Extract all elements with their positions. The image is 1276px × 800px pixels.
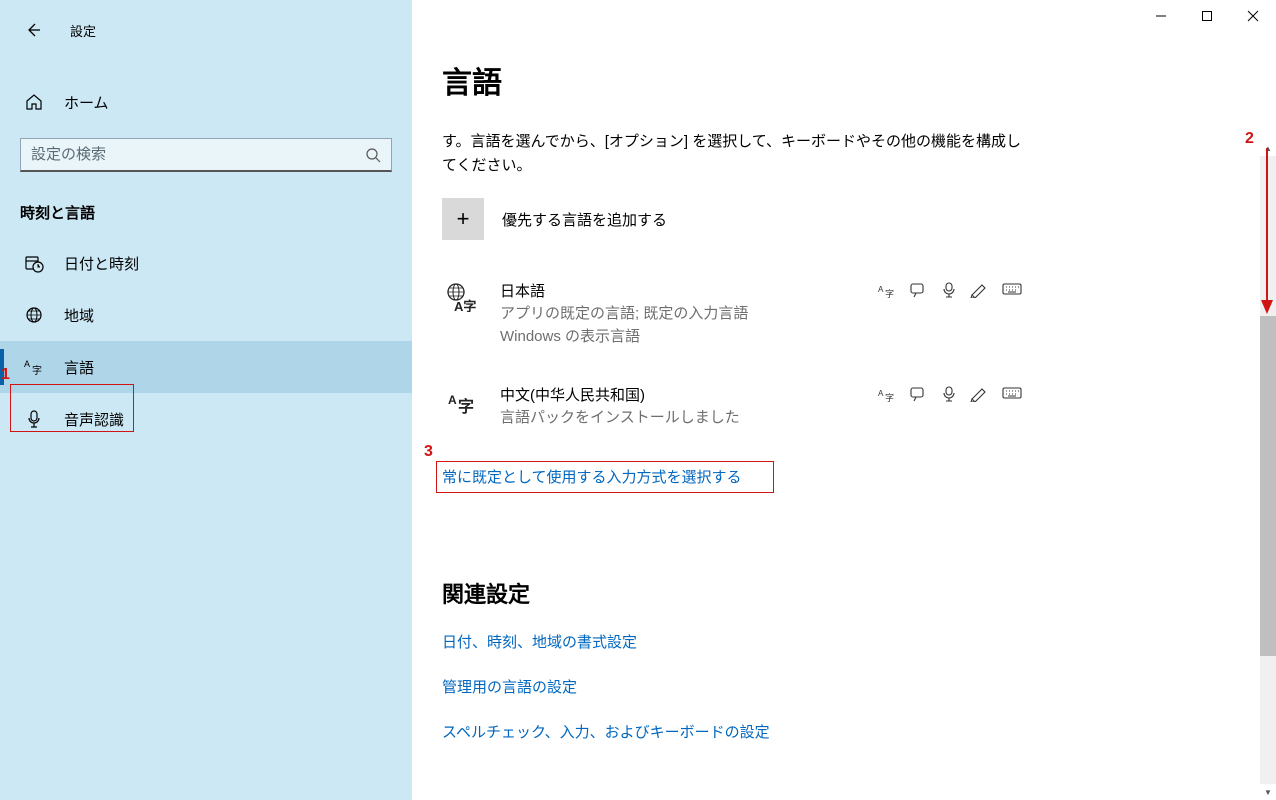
language-feature-icons: A字 — [878, 280, 1022, 298]
annotation-box-3 — [436, 461, 774, 493]
svg-text:字: 字 — [885, 392, 894, 402]
language-item-chinese[interactable]: A字 中文(中华人民共和国) 言語パックをインストールしました A字 — [442, 384, 1022, 430]
keyboard-icon — [1002, 282, 1022, 298]
page-title: 言語 — [442, 58, 1236, 102]
search-input[interactable] — [31, 146, 331, 163]
handwriting-icon — [970, 282, 988, 298]
titlebar: 設定 — [0, 12, 412, 48]
sidebar-item-label: 日付と時刻 — [64, 253, 139, 274]
scrollbar-down[interactable]: ▼ — [1260, 784, 1276, 800]
category-title: 時刻と言語 — [0, 172, 412, 237]
app-title: 設定 — [70, 21, 96, 40]
annotation-arrow-2 — [1260, 148, 1274, 316]
page-description: す。言語を選んでから、[オプション] を選択して、キーボードやその他の機能を構成… — [442, 130, 1032, 178]
svg-text:A字: A字 — [454, 299, 476, 312]
svg-text:字: 字 — [885, 288, 894, 298]
svg-text:A: A — [878, 389, 884, 398]
svg-text:A: A — [878, 285, 884, 294]
close-button[interactable] — [1230, 0, 1276, 32]
plus-icon: + — [457, 206, 470, 232]
language-item-japanese[interactable]: A字 日本語 アプリの既定の言語; 既定の入力言語 Windows の表示言語 … — [442, 280, 1022, 348]
language-name: 日本語 — [500, 280, 878, 301]
handwriting-icon — [970, 386, 988, 402]
search-box[interactable] — [20, 138, 392, 172]
annotation-number-3: 3 — [424, 443, 433, 461]
svg-text:A: A — [24, 359, 30, 369]
language-char-icon: A字 — [442, 384, 480, 416]
speech-recognition-icon — [942, 282, 956, 298]
main-content: 言語 す。言語を選んでから、[オプション] を選択して、キーボードやその他の機能… — [412, 0, 1276, 800]
language-name: 中文(中华人民共和国) — [500, 384, 878, 405]
scrollbar-thumb[interactable] — [1260, 316, 1276, 656]
minimize-button[interactable] — [1138, 0, 1184, 32]
language-globe-icon: A字 — [442, 280, 480, 312]
svg-text:字: 字 — [458, 397, 474, 416]
annotation-number-1: 1 — [1, 366, 10, 384]
sidebar-item-region[interactable]: 地域 — [0, 289, 412, 341]
minimize-icon — [1155, 10, 1167, 22]
sidebar-item-label: 地域 — [64, 305, 94, 326]
related-link-spellcheck-input[interactable]: スペルチェック、入力、およびキーボードの設定 — [442, 721, 1236, 742]
arrow-left-icon — [25, 22, 41, 38]
search-icon — [365, 147, 381, 163]
close-icon — [1247, 10, 1259, 22]
maximize-button[interactable] — [1184, 0, 1230, 32]
related-settings-title: 関連設定 — [442, 577, 1236, 609]
window-controls — [1138, 0, 1276, 32]
display-language-icon: A字 — [878, 282, 896, 298]
calendar-clock-icon — [24, 253, 44, 273]
related-link-admin-language[interactable]: 管理用の言語の設定 — [442, 676, 1236, 697]
related-link-datetime-format[interactable]: 日付、時刻、地域の書式設定 — [442, 631, 1236, 652]
sidebar-item-label: 言語 — [64, 357, 94, 378]
display-language-icon: A字 — [878, 386, 896, 402]
text-to-speech-icon — [910, 282, 928, 298]
home-icon — [24, 93, 44, 111]
add-button[interactable]: + — [442, 198, 484, 240]
annotation-box-1 — [10, 384, 134, 432]
language-sub: 言語パックをインストールしました — [500, 407, 878, 430]
language-sub: アプリの既定の言語; 既定の入力言語 Windows の表示言語 — [500, 303, 878, 348]
annotation-number-2: 2 — [1245, 130, 1254, 148]
maximize-icon — [1201, 10, 1213, 22]
home-nav[interactable]: ホーム — [0, 82, 412, 122]
text-to-speech-icon — [910, 386, 928, 402]
svg-text:字: 字 — [32, 364, 42, 377]
back-button[interactable] — [18, 15, 48, 45]
keyboard-icon — [1002, 386, 1022, 402]
language-icon: A字 — [24, 357, 44, 377]
globe-icon — [24, 306, 44, 324]
speech-recognition-icon — [942, 386, 956, 402]
language-feature-icons: A字 — [878, 384, 1022, 402]
home-label: ホーム — [64, 92, 109, 113]
sidebar-item-datetime[interactable]: 日付と時刻 — [0, 237, 412, 289]
svg-text:A: A — [448, 393, 457, 407]
add-language-row[interactable]: + 優先する言語を追加する — [442, 198, 1236, 240]
add-language-label: 優先する言語を追加する — [502, 209, 667, 230]
